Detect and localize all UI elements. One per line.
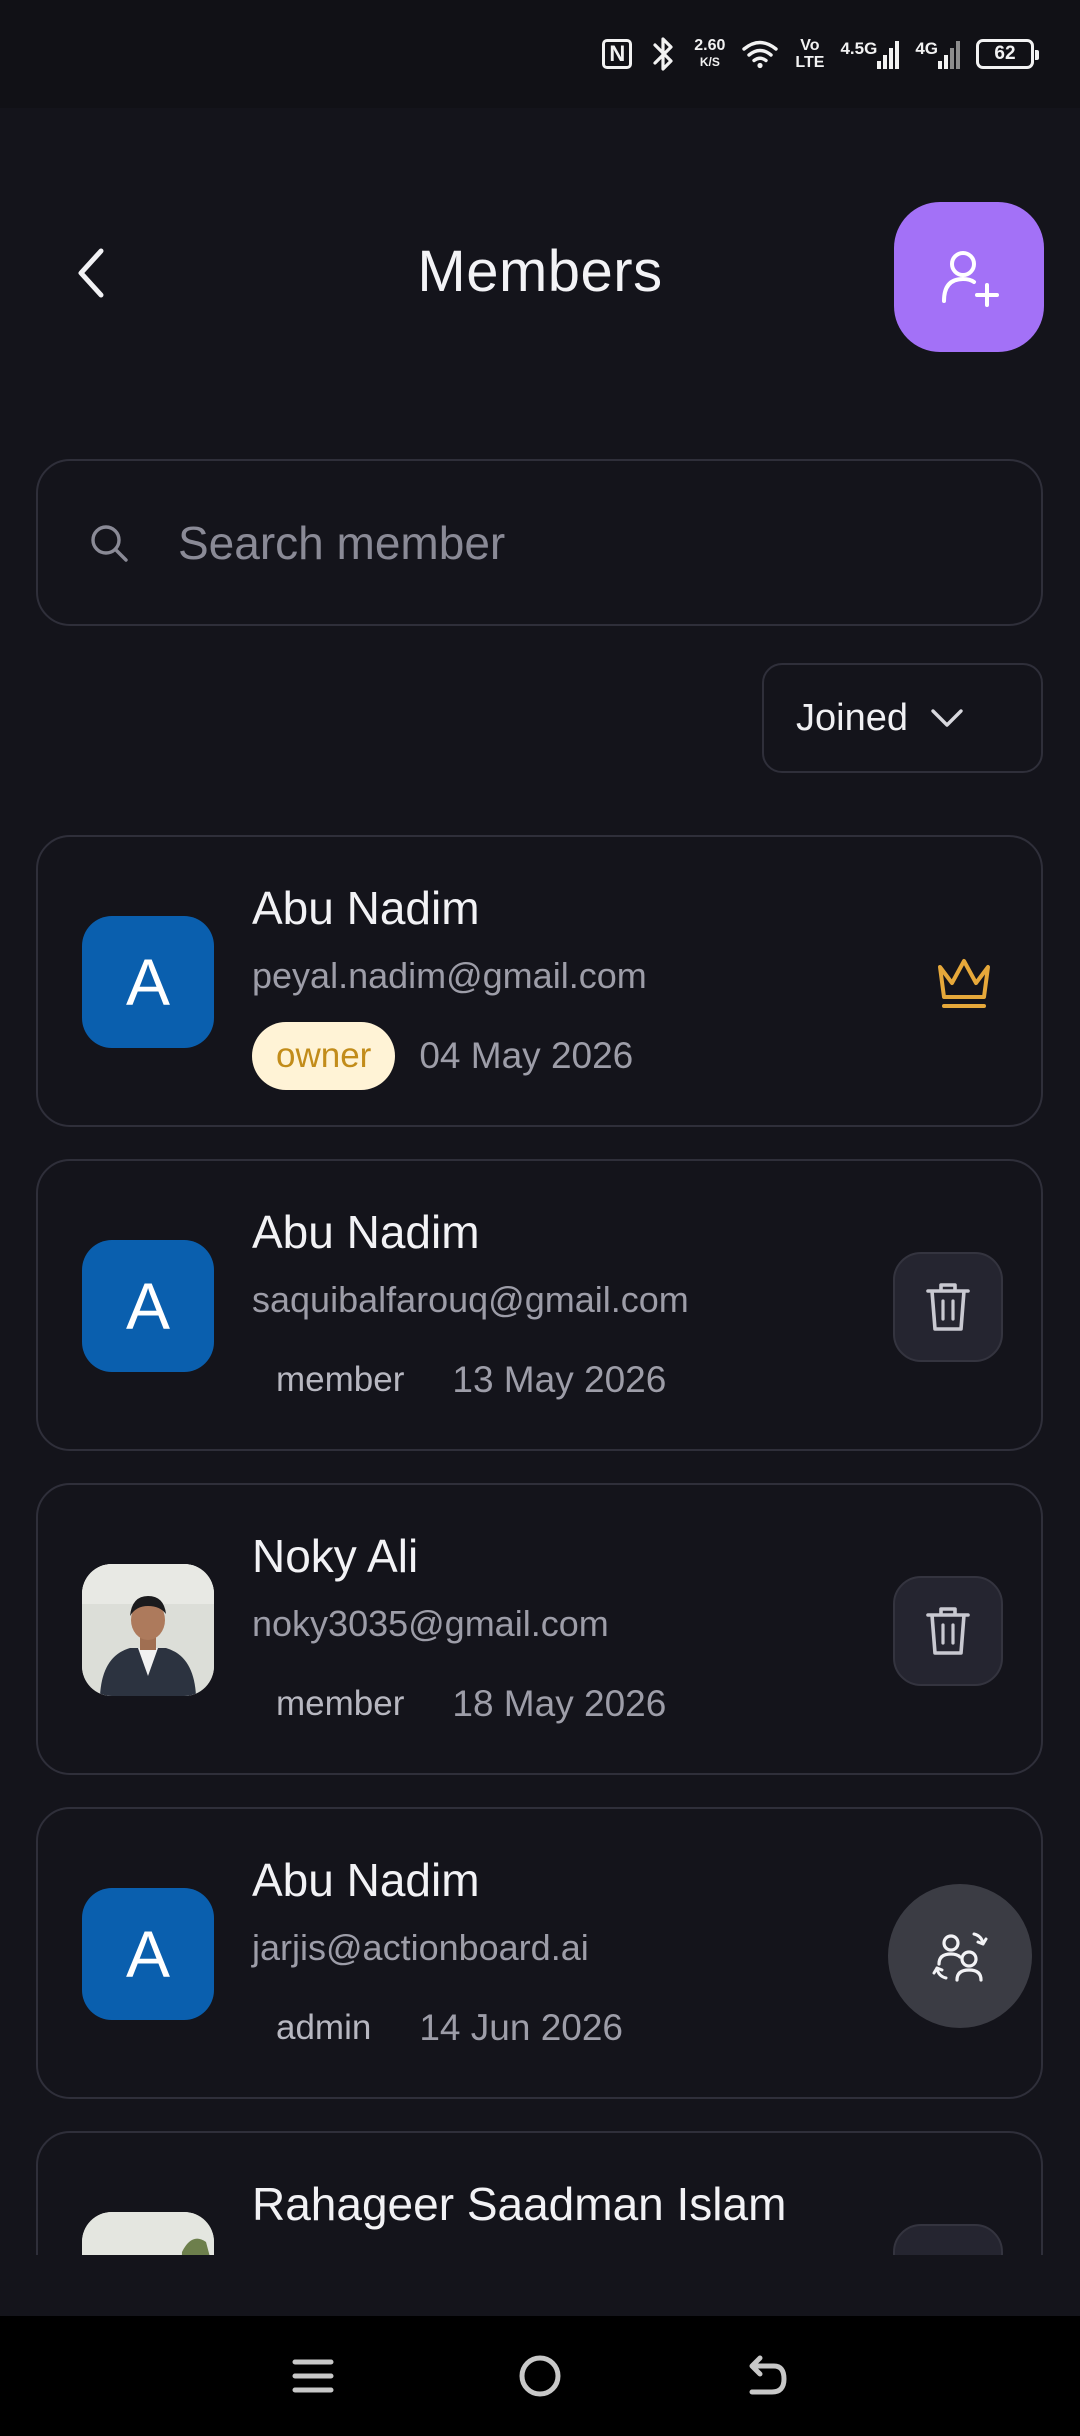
- delete-member-button[interactable]: [893, 1252, 1003, 1362]
- bluetooth-icon: [648, 36, 678, 72]
- back-arrow-icon: [749, 2355, 787, 2395]
- network-speed: 2.60 K/S: [694, 37, 725, 71]
- users-switch-icon: [932, 1932, 988, 1982]
- chevron-down-icon: [931, 709, 963, 727]
- nfc-icon: N: [602, 39, 633, 69]
- join-date: 13 May 2026: [452, 1359, 667, 1400]
- avatar-photo: [82, 2212, 214, 2255]
- network-type-1: 4.5G: [840, 39, 878, 58]
- member-name: Abu Nadim: [252, 1854, 480, 1906]
- add-member-button[interactable]: [894, 202, 1044, 352]
- members-screen: N 2.60 K/S Vo LTE 4.5G 4G 62 Members Sea…: [0, 0, 1080, 2436]
- role-badge: owner: [252, 1022, 396, 1090]
- member-email: saquibalfarouq@gmail.com: [252, 1279, 689, 1320]
- sort-dropdown[interactable]: Joined: [762, 663, 1043, 773]
- member-name: Rahageer Saadman Islam: [252, 2178, 787, 2230]
- recents-button[interactable]: [273, 2336, 353, 2416]
- person-photo: [82, 1564, 214, 1696]
- member-meta: member 13 May 2026: [252, 1345, 666, 1415]
- member-card[interactable]: A Abu Nadim peyal.nadim@gmail.com owner …: [36, 835, 1043, 1127]
- avatar: A: [82, 1240, 214, 1372]
- member-name: Noky Ali: [252, 1530, 419, 1582]
- member-name: Abu Nadim: [252, 882, 480, 934]
- home-button[interactable]: [500, 2336, 580, 2416]
- person-photo: [82, 2212, 214, 2255]
- trash-icon: [926, 1607, 970, 1655]
- user-plus-icon: [942, 251, 999, 307]
- member-name: Abu Nadim: [252, 1206, 480, 1258]
- signal-2: 4G: [915, 39, 960, 69]
- menu-icon: [292, 2359, 334, 2393]
- member-email: jarjis@actionboard.ai: [252, 1927, 589, 1968]
- join-date: 18 May 2026: [452, 1683, 667, 1724]
- avatar: A: [82, 1888, 214, 2020]
- join-date: 14 Jun 2026: [419, 2007, 624, 2048]
- battery-icon: 62: [976, 39, 1039, 69]
- volte-top: Vo: [800, 37, 820, 54]
- member-card[interactable]: Noky Ali noky3035@gmail.com member 18 Ma…: [36, 1483, 1043, 1775]
- search-box[interactable]: [36, 459, 1043, 626]
- member-meta: admin 14 Jun 2026: [252, 1993, 623, 2063]
- member-card[interactable]: A Abu Nadim saquibalfarouq@gmail.com mem…: [36, 1159, 1043, 1451]
- member-email: noky3035@gmail.com: [252, 1603, 609, 1644]
- back-nav-button[interactable]: [727, 2336, 807, 2416]
- crown-icon: [938, 959, 990, 1008]
- role-badge: admin: [276, 2008, 372, 2047]
- home-circle-icon: [519, 2355, 561, 2397]
- join-date: 04 May 2026: [419, 1035, 634, 1076]
- speed-value: 2.60: [694, 37, 726, 54]
- role-badge: member: [276, 1360, 405, 1399]
- member-list: A Abu Nadim peyal.nadim@gmail.com owner …: [36, 835, 1043, 2255]
- avatar-photo: [82, 1564, 214, 1696]
- search-input[interactable]: [178, 515, 938, 570]
- system-nav-bar: [0, 2316, 1080, 2436]
- signal-bars-icon: [938, 41, 960, 69]
- avatar: A: [82, 916, 214, 1048]
- speed-unit: K/S: [699, 55, 720, 69]
- signal-bars-icon: [877, 41, 900, 69]
- battery-level: 62: [994, 43, 1016, 64]
- trash-icon: [926, 1283, 970, 1331]
- volte-indicator: Vo LTE: [795, 37, 824, 71]
- sort-selected-label: Joined: [796, 696, 908, 739]
- signal-1: 4.5G: [840, 39, 900, 69]
- member-meta: member 18 May 2026: [252, 1669, 666, 1739]
- network-type-2: 4G: [915, 39, 938, 58]
- member-meta: owner 04 May 2026: [252, 1021, 633, 1091]
- delete-member-button[interactable]: [893, 1576, 1003, 1686]
- member-card[interactable]: Rahageer Saadman Islam: [36, 2131, 1043, 2255]
- wifi-icon: [741, 39, 779, 69]
- role-badge: member: [276, 1684, 405, 1723]
- delete-member-button[interactable]: [893, 2224, 1003, 2255]
- trash-icon: [922, 2251, 974, 2255]
- status-bar: N 2.60 K/S Vo LTE 4.5G 4G 62: [0, 0, 1080, 108]
- switch-users-fab[interactable]: [888, 1884, 1032, 2028]
- member-email: peyal.nadim@gmail.com: [252, 955, 647, 996]
- search-icon: [91, 524, 128, 562]
- volte-bottom: LTE: [795, 54, 825, 71]
